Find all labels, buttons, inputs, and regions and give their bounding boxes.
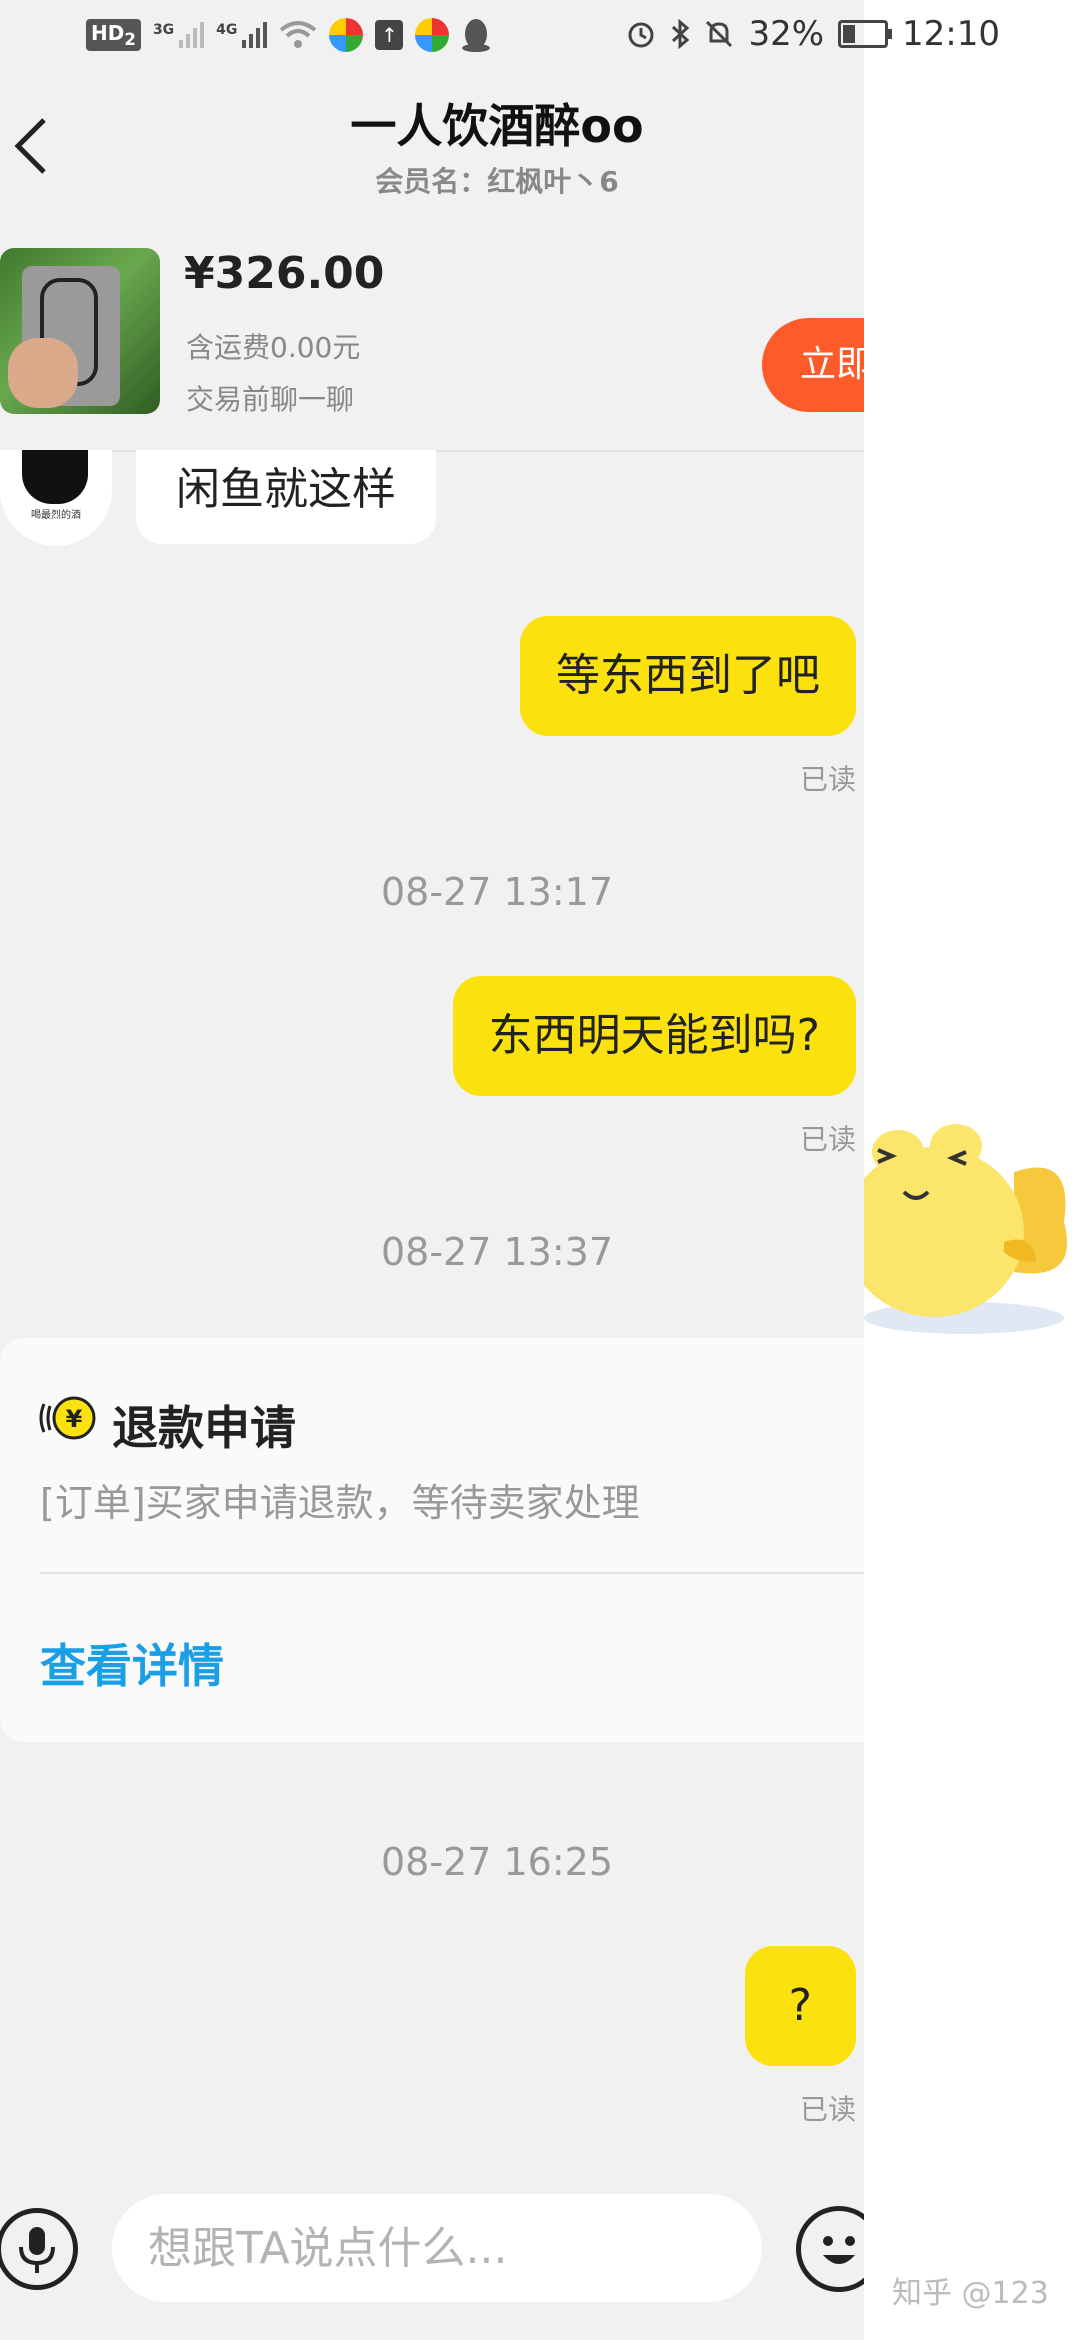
read-status: 已读	[799, 763, 856, 796]
voice-input-icon[interactable]	[0, 2208, 78, 2290]
chat-title: 一人饮酒醉oo	[350, 99, 644, 153]
clock: 12:10	[902, 14, 1000, 54]
message-bubble-sent[interactable]: ?	[744, 1946, 856, 2066]
divider	[40, 1572, 864, 1574]
status-bar: HD2 3G 4G ↑ 32% 12:10	[0, 0, 1080, 80]
message-bubble-sent[interactable]: 等东西到了吧	[520, 616, 856, 736]
mute-bell-icon	[706, 20, 733, 48]
shipping-info: 含运费0.00元	[186, 331, 361, 364]
view-details-link[interactable]: 查看详情	[40, 1630, 224, 1696]
timestamp: 08-27 13:17	[380, 870, 613, 914]
member-name: 会员名：红枫叶丶6	[375, 165, 619, 198]
refund-coin-icon: ¥	[39, 1396, 96, 1440]
timestamp: 08-27 13:37	[380, 1230, 613, 1274]
message-input[interactable]	[112, 2194, 762, 2302]
message-bubble-sent[interactable]: 东西明天能到吗?	[452, 976, 856, 1096]
refund-title: 退款申请	[112, 1401, 296, 1455]
message-bubble-received[interactable]: 闲鱼就这样	[136, 450, 436, 544]
refund-card[interactable]: ¥ 退款申请 [订单]买家申请退款，等待卖家处理 查看详情	[0, 1338, 864, 1742]
chat-hint: 交易前聊一聊	[186, 383, 355, 416]
refund-coin-glyph: ¥	[66, 1405, 83, 1433]
avatar-caption: 喝最烈的酒	[31, 510, 81, 521]
upload-icon: ↑	[375, 20, 404, 50]
alarm-icon	[628, 22, 654, 48]
panda-meme-icon	[22, 450, 88, 504]
signal-3g-icon: 3G	[153, 22, 205, 48]
hand-image	[8, 338, 78, 408]
timestamp: 08-27 16:25	[380, 1840, 613, 1884]
wifi-icon	[280, 21, 317, 48]
fish-mascot-icon	[864, 1124, 1068, 1334]
product-card[interactable]: ¥326.00 含运费0.00元 交易前聊一聊 立即	[0, 240, 864, 452]
refund-description: [订单]买家申请退款，等待卖家处理	[40, 1481, 640, 1525]
hd-badge: HD2	[86, 19, 141, 51]
product-price: ¥326.00	[184, 248, 385, 299]
battery-icon	[838, 20, 893, 48]
app-notification-icon	[415, 18, 450, 52]
chat-screen: 一人饮酒醉oo 会员名：红枫叶丶6 ¥326.00 含运费0.00元 交易前聊一…	[0, 0, 864, 2340]
product-thumbnail[interactable]	[0, 248, 160, 414]
read-status: 已读	[799, 2093, 856, 2126]
signal-4g-icon: 4G	[216, 22, 268, 48]
battery-percent: 32%	[748, 14, 825, 54]
avatar[interactable]: 喝最烈的酒	[0, 450, 112, 546]
bluetooth-icon	[672, 19, 690, 49]
qq-penguin-icon	[462, 19, 491, 52]
buy-now-button[interactable]: 立即	[762, 318, 864, 412]
app-notification-icon	[329, 18, 364, 52]
emoji-icon[interactable]	[796, 2206, 864, 2292]
read-status: 已读	[799, 1123, 856, 1156]
watermark: 知乎 @123	[892, 2276, 1049, 2311]
